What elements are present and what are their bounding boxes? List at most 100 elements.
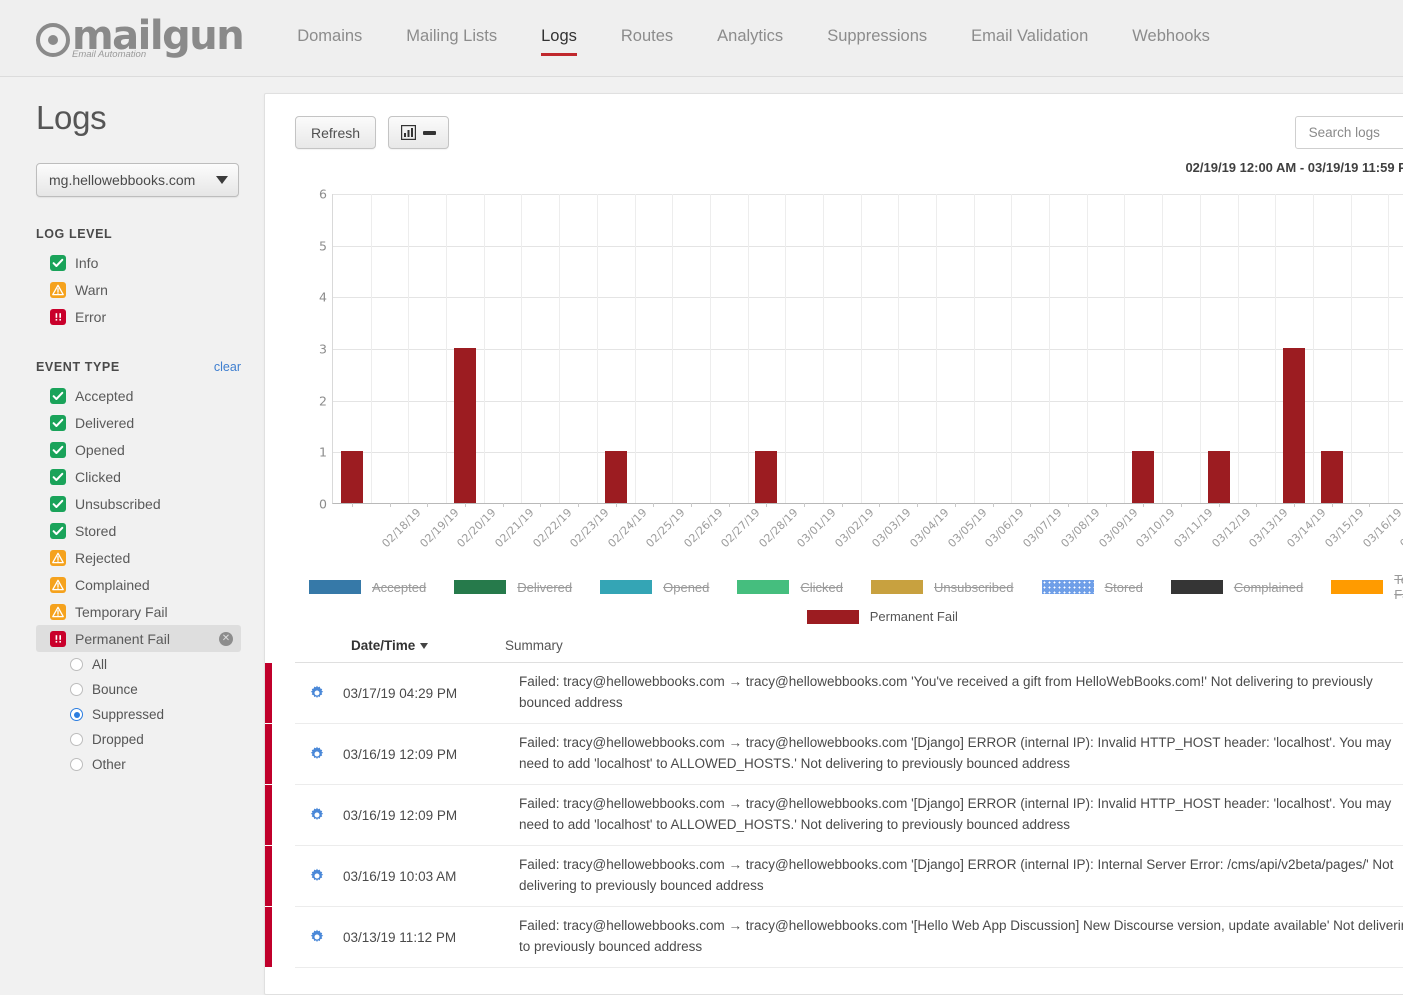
legend-item-stored[interactable]: Stored bbox=[1041, 580, 1143, 595]
filter-error[interactable]: Error bbox=[36, 303, 241, 330]
bar-chart-icon bbox=[401, 125, 417, 140]
nav-item-routes[interactable]: Routes bbox=[621, 21, 673, 56]
refresh-button[interactable]: Refresh bbox=[295, 116, 377, 149]
radio-option-other[interactable]: Other bbox=[36, 752, 264, 777]
event-type-heading: EVENT TYPE clear bbox=[36, 360, 241, 374]
gear-icon[interactable] bbox=[309, 929, 325, 945]
legend-item-unsubscribed[interactable]: Unsubscribed bbox=[871, 580, 1014, 595]
chart-legend: Accepted Delivered Opened Clicked Unsubscrib… bbox=[295, 572, 1403, 624]
legend-item-temporary-fail[interactable]: Temporary Fail bbox=[1331, 572, 1403, 602]
vertical-gridline bbox=[446, 194, 448, 503]
check-icon bbox=[50, 495, 66, 512]
chart-bar[interactable] bbox=[604, 451, 627, 503]
chart-bar[interactable] bbox=[1207, 451, 1230, 503]
filter-warn[interactable]: Warn bbox=[36, 276, 241, 303]
filter-delivered[interactable]: Delivered bbox=[36, 409, 241, 436]
mailgun-logo[interactable]: mailgun Email Automation bbox=[36, 16, 245, 60]
y-tick-label: 3 bbox=[319, 341, 327, 357]
legend-swatch bbox=[309, 580, 361, 594]
x-tick-label: 02/25/19 bbox=[643, 506, 688, 551]
legend-item-opened[interactable]: Opened bbox=[600, 580, 709, 595]
vertical-gridline bbox=[747, 194, 749, 503]
chart-bar[interactable] bbox=[1283, 348, 1306, 503]
search-input[interactable] bbox=[1306, 124, 1403, 141]
clear-filters-link[interactable]: clear bbox=[214, 360, 241, 374]
nav-item-logs[interactable]: Logs bbox=[541, 21, 577, 56]
radio-label: Bounce bbox=[92, 682, 138, 697]
nav-item-webhooks[interactable]: Webhooks bbox=[1132, 21, 1210, 56]
legend-item-permanent-fail[interactable]: Permanent Fail bbox=[806, 609, 958, 624]
nav-item-domains[interactable]: Domains bbox=[297, 21, 362, 56]
domain-select[interactable]: mg.hellowebbooks.com bbox=[36, 163, 239, 197]
chart-toggle-button[interactable] bbox=[388, 116, 450, 149]
radio-option-bounce[interactable]: Bounce bbox=[36, 677, 264, 702]
radio-option-all[interactable]: All bbox=[36, 652, 264, 677]
legend-label: Accepted bbox=[372, 579, 427, 595]
table-row[interactable]: 03/16/19 12:09 PM Failed: tracy@hellowebb… bbox=[265, 785, 1403, 846]
legend-item-delivered[interactable]: Delivered bbox=[454, 580, 572, 595]
chart-y-axis: 0 1 2 3 4 5 6 bbox=[295, 187, 327, 512]
radio-option-dropped[interactable]: Dropped bbox=[36, 727, 264, 752]
y-tick-label: 5 bbox=[319, 238, 327, 254]
x-tick-label: 03/16/19 bbox=[1360, 506, 1403, 551]
legend-label: Complained bbox=[1233, 579, 1304, 595]
table-row[interactable]: 03/17/19 04:29 PM Failed: tracy@hellowebb… bbox=[265, 663, 1403, 724]
gear-icon[interactable] bbox=[309, 807, 325, 823]
legend-swatch bbox=[737, 580, 790, 594]
table-row[interactable]: 03/16/19 12:09 PM Failed: tracy@hellowebb… bbox=[265, 724, 1403, 785]
search-box[interactable]: ? bbox=[1294, 116, 1403, 149]
chart-bar[interactable] bbox=[1320, 451, 1343, 503]
radio-button[interactable] bbox=[70, 683, 83, 696]
column-header-datetime[interactable]: Date/Time bbox=[295, 638, 505, 653]
chart-x-axis: 02/18/19 02/19/19 02/20/19 02/21/19 02/22/19… bbox=[332, 506, 1403, 566]
vertical-gridline bbox=[822, 194, 824, 503]
chart-bar[interactable] bbox=[453, 348, 476, 503]
chart-bar[interactable] bbox=[1132, 451, 1155, 503]
vertical-gridline bbox=[1011, 194, 1013, 503]
filter-rejected[interactable]: Rejected bbox=[36, 544, 241, 571]
vertical-gridline bbox=[634, 194, 636, 503]
filter-temporary-fail[interactable]: Temporary Fail bbox=[36, 598, 241, 625]
date-range-value[interactable]: 02/19/19 12:00 AM - 03/19/19 11:59 PM bbox=[1185, 160, 1403, 175]
remove-filter-icon[interactable]: ✕ bbox=[219, 631, 233, 646]
nav-item-analytics[interactable]: Analytics bbox=[717, 21, 783, 56]
filter-stored[interactable]: Stored bbox=[36, 517, 241, 544]
nav-item-email-validation[interactable]: Email Validation bbox=[971, 21, 1088, 56]
table-row[interactable]: 03/16/19 10:03 AM Failed: tracy@hellowebb… bbox=[265, 846, 1403, 907]
radio-button[interactable] bbox=[70, 658, 83, 671]
radio-button[interactable] bbox=[70, 733, 83, 746]
legend-item-clicked[interactable]: Clicked bbox=[737, 580, 843, 595]
radio-option-suppressed[interactable]: Suppressed bbox=[36, 702, 264, 727]
vertical-gridline bbox=[860, 194, 862, 503]
chart-bar[interactable] bbox=[340, 451, 363, 503]
chevron-down-icon bbox=[216, 176, 228, 184]
nav-item-suppressions[interactable]: Suppressions bbox=[827, 21, 927, 56]
legend-item-accepted[interactable]: Accepted bbox=[309, 580, 426, 595]
chart-legend-row-2: Permanent Fail bbox=[295, 609, 1403, 624]
gear-icon[interactable] bbox=[309, 685, 325, 701]
filter-opened[interactable]: Opened bbox=[36, 436, 241, 463]
radio-button[interactable] bbox=[70, 758, 83, 771]
row-datetime: 03/17/19 04:29 PM bbox=[343, 685, 458, 701]
collapse-dash-icon bbox=[423, 130, 437, 135]
table-row[interactable]: 03/13/19 11:12 PM Failed: tracy@hellowebb… bbox=[265, 907, 1403, 968]
filter-info[interactable]: Info bbox=[36, 249, 241, 276]
gear-icon[interactable] bbox=[309, 746, 325, 762]
filter-complained[interactable]: Complained bbox=[36, 571, 241, 598]
nav-item-mailing-lists[interactable]: Mailing Lists bbox=[406, 21, 497, 56]
legend-label: Delivered bbox=[517, 579, 573, 595]
gear-icon[interactable] bbox=[309, 868, 325, 884]
filter-clicked[interactable]: Clicked bbox=[36, 463, 241, 490]
radio-button[interactable] bbox=[70, 708, 83, 721]
filter-unsubscribed[interactable]: Unsubscribed bbox=[36, 490, 241, 517]
chart-bar[interactable] bbox=[755, 451, 778, 503]
filter-permanent-fail[interactable]: Permanent Fail ✕ bbox=[36, 625, 241, 652]
legend-swatch bbox=[871, 580, 924, 594]
filter-label: Unsubscribed bbox=[75, 495, 161, 512]
filter-label: Info bbox=[75, 254, 99, 271]
legend-label: Permanent Fail bbox=[869, 609, 958, 624]
horizontal-gridline bbox=[333, 349, 1403, 350]
legend-item-complained[interactable]: Complained bbox=[1170, 579, 1304, 595]
filter-accepted[interactable]: Accepted bbox=[36, 382, 241, 409]
x-tick-label: 02/24/19 bbox=[605, 506, 650, 551]
